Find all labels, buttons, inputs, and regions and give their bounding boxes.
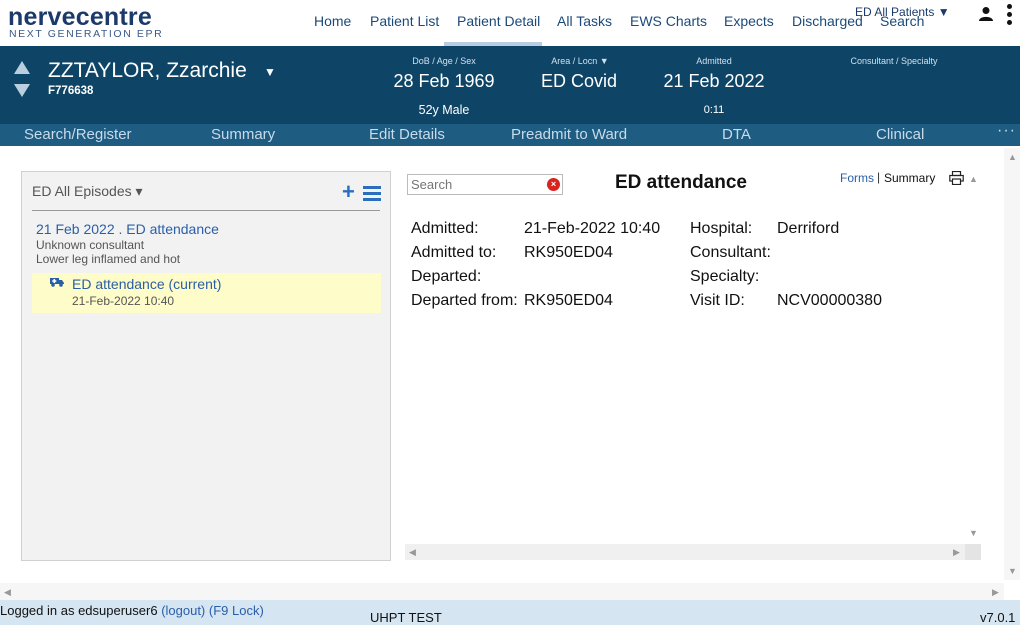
detail-vertical-scrollbar[interactable]: ▲ ▼ <box>965 172 981 542</box>
logout-link[interactable]: (logout) <box>161 603 205 618</box>
hamburger-menu-icon[interactable] <box>363 186 381 201</box>
tab-search-register[interactable]: Search/Register <box>24 126 132 143</box>
nav-patient-list[interactable]: Patient List <box>370 13 439 29</box>
kebab-menu-icon[interactable] <box>1004 4 1014 34</box>
scroll-down-icon[interactable]: ▼ <box>969 528 978 538</box>
login-status: Logged in as edsuperuser6 (logout) (F9 L… <box>0 603 264 618</box>
nav-discharged[interactable]: Discharged <box>792 13 863 29</box>
nav-all-tasks[interactable]: All Tasks <box>557 13 612 29</box>
more-tabs-icon[interactable]: ··· <box>997 122 1016 140</box>
plus-icon[interactable]: + <box>342 179 355 205</box>
scroll-right-icon[interactable]: ▶ <box>953 547 960 558</box>
tab-preadmit-to-ward[interactable]: Preadmit to Ward <box>511 126 627 143</box>
scroll-up-icon[interactable]: ▲ <box>969 174 978 184</box>
ward-selector[interactable]: ED All Patients ▼ <box>855 5 950 19</box>
print-icon[interactable] <box>949 171 964 185</box>
nav-ews-charts[interactable]: EWS Charts <box>630 13 707 29</box>
top-navigation-bar: nervecentre NEXT GENERATION EPR Home Pat… <box>0 0 1020 46</box>
tab-clinical[interactable]: Clinical <box>876 126 924 143</box>
page-horizontal-scrollbar[interactable]: ◀ ▶ <box>0 583 1004 600</box>
app-logo-subtitle: NEXT GENERATION EPR <box>9 28 164 40</box>
admitted-field-value: 21-Feb-2022 10:40 <box>524 220 661 237</box>
current-attendance-date: 21-Feb-2022 10:40 <box>72 294 175 308</box>
forms-link[interactable]: Forms <box>840 171 874 185</box>
page-vertical-scrollbar[interactable]: ▲ ▼ <box>1004 148 1020 580</box>
departed-field-label: Departed: <box>411 268 482 285</box>
ambulance-icon <box>50 278 64 287</box>
previous-patient-arrow-icon[interactable] <box>14 61 30 74</box>
person-icon[interactable] <box>978 6 994 22</box>
hospital-field-value: Derriford <box>777 220 840 237</box>
admitted-label: Admitted <box>696 56 732 66</box>
version-label: v7.0.1 <box>980 610 1016 625</box>
detail-horizontal-scrollbar[interactable]: ◀ ▶ <box>405 544 965 560</box>
tab-summary[interactable]: Summary <box>211 126 275 143</box>
page-scroll-right-icon[interactable]: ▶ <box>992 587 999 598</box>
area-value: ED Covid <box>540 71 618 91</box>
visit-id-field-label: Visit ID: <box>690 292 745 309</box>
patient-menu-caret-icon[interactable]: ▼ <box>264 65 276 79</box>
nav-home[interactable]: Home <box>314 13 351 29</box>
link-separator: | <box>877 170 881 184</box>
scrollbar-corner <box>965 544 981 560</box>
dob-value: 28 Feb 1969 <box>393 71 495 91</box>
area-label[interactable]: Area / Locn ▼ <box>530 56 630 66</box>
episode-complaint: Lower leg inflamed and hot <box>36 252 181 266</box>
patient-id: F776638 <box>48 85 94 97</box>
summary-link[interactable]: Summary <box>884 171 935 185</box>
lock-link[interactable]: (F9 Lock) <box>209 603 264 618</box>
environment-label: UHPT TEST <box>370 610 442 625</box>
admitted-value: 21 Feb 2022 <box>663 71 765 91</box>
specialty-field-label: Specialty: <box>690 268 760 285</box>
departed-from-field-value: RK950ED04 <box>524 292 613 309</box>
visit-id-field-value: NCV00000380 <box>777 292 882 309</box>
patient-tab-bar: Search/Register Summary Edit Details Pre… <box>0 122 1020 146</box>
episodes-divider <box>32 210 380 211</box>
clear-search-icon[interactable]: × <box>547 178 560 191</box>
age-sex-value: 52y Male <box>418 103 470 117</box>
patient-name[interactable]: ZZTAYLOR, Zzarchie <box>48 59 247 83</box>
consultant-field-label: Consultant: <box>690 244 771 261</box>
nav-patient-detail[interactable]: Patient Detail <box>457 13 540 29</box>
detail-search-input[interactable] <box>407 174 563 195</box>
departed-from-field-label: Departed from: <box>411 292 518 309</box>
admitted-duration: 0:11 <box>703 104 725 116</box>
admitted-field-label: Admitted: <box>411 220 479 237</box>
current-attendance-item[interactable]: ED attendance (current) 21-Feb-2022 10:4… <box>32 273 381 313</box>
patient-banner: ZZTAYLOR, Zzarchie ▼ F776638 DoB / Age /… <box>0 46 1020 124</box>
episode-title[interactable]: 21 Feb 2022 . ED attendance <box>36 221 219 237</box>
page-scroll-left-icon[interactable]: ◀ <box>4 587 11 598</box>
episodes-panel: ED All Episodes ▾ + 21 Feb 2022 . ED att… <box>21 171 391 561</box>
tab-dta[interactable]: DTA <box>722 126 751 143</box>
admitted-to-field-value: RK950ED04 <box>524 244 613 261</box>
episodes-filter-dropdown[interactable]: ED All Episodes ▾ <box>32 183 143 200</box>
current-attendance-title[interactable]: ED attendance (current) <box>72 276 221 292</box>
dob-label: DoB / Age / Sex <box>412 56 476 66</box>
tab-edit-details[interactable]: Edit Details <box>369 126 445 143</box>
consultant-specialty-label: Consultant / Specialty <box>850 56 938 66</box>
hospital-field-label: Hospital: <box>690 220 753 237</box>
login-text: Logged in as edsuperuser6 <box>0 603 158 618</box>
scroll-left-icon[interactable]: ◀ <box>409 547 416 558</box>
page-scroll-down-icon[interactable]: ▼ <box>1008 566 1017 576</box>
form-title: ED attendance <box>615 172 747 193</box>
next-patient-arrow-icon[interactable] <box>14 84 30 97</box>
admitted-to-field-label: Admitted to: <box>411 244 497 261</box>
episode-consultant: Unknown consultant <box>36 238 145 252</box>
nav-expects[interactable]: Expects <box>724 13 774 29</box>
status-footer: Logged in as edsuperuser6 (logout) (F9 L… <box>0 600 1020 625</box>
page-scroll-up-icon[interactable]: ▲ <box>1008 152 1017 162</box>
